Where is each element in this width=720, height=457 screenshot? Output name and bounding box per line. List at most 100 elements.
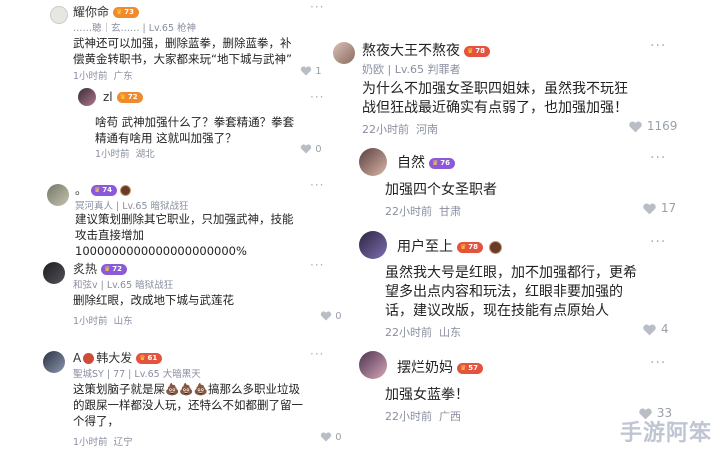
comment-region: 甘肃 bbox=[439, 205, 461, 218]
like-count: 0 bbox=[335, 432, 342, 443]
avatar[interactable] bbox=[359, 148, 387, 176]
comment-time: 1小时前 bbox=[73, 316, 108, 327]
avatar[interactable] bbox=[47, 184, 69, 206]
comment-region: 山东 bbox=[113, 316, 133, 327]
reply-item: zl ♛ 72 啥苟 武神加强什么了？拳套精通？拳套精通有啥用 这就叫加强了？ 1小… bbox=[73, 84, 333, 160]
comment-text: 加强四个女圣职者 bbox=[385, 182, 497, 198]
more-options-icon[interactable]: ··· bbox=[310, 258, 324, 272]
heart-icon bbox=[300, 66, 312, 76]
level-badge: ♛ 78 bbox=[457, 241, 484, 253]
level-badge: ♛ 61 bbox=[136, 353, 163, 364]
crown-icon: ♛ bbox=[432, 158, 439, 167]
avatar[interactable] bbox=[43, 351, 65, 373]
user-meta: ……聴｜玄…… | Lv.65 枪神 bbox=[73, 23, 197, 34]
heart-icon bbox=[300, 144, 312, 154]
comment-footer: 1小时前 辽宁 bbox=[73, 434, 133, 448]
username[interactable]: 用户至上 bbox=[397, 239, 453, 255]
username-line: 耀你命 ♛ 73 bbox=[73, 3, 140, 20]
like-count: 17 bbox=[660, 201, 677, 215]
comment-item: 自然 ♛ 76 加强四个女圣职者 22小时前 甘肃 ··· 17 bbox=[355, 145, 720, 220]
comment-item: A 韩大发 ♛ 61 聖城SY | 77 | Lv.65 大暗黑天 这策划脑子就是屎💩… bbox=[0, 345, 345, 455]
comment-region: 河南 bbox=[416, 123, 438, 136]
user-meta: 聖城SY | 77 | Lv.65 大暗黑天 bbox=[73, 369, 201, 380]
heart-icon bbox=[320, 311, 332, 321]
username[interactable]: 自然 bbox=[397, 155, 425, 171]
comment-time: 22小时前 bbox=[385, 205, 432, 218]
username-line: A 韩大发 ♛ 61 bbox=[73, 349, 163, 366]
comment-footer: 22小时前 山东 bbox=[385, 324, 461, 340]
username[interactable]: zl bbox=[103, 90, 113, 104]
like-button[interactable]: 1 bbox=[300, 66, 322, 77]
avatar[interactable] bbox=[78, 88, 96, 106]
comment-region: 广东 bbox=[113, 71, 133, 82]
heart-icon bbox=[629, 121, 642, 132]
avatar[interactable] bbox=[50, 6, 68, 24]
level-badge: ♛ 78 bbox=[464, 45, 491, 57]
username[interactable]: 。 bbox=[75, 183, 87, 197]
like-button[interactable]: 0 bbox=[320, 432, 342, 443]
comment-time: 22小时前 bbox=[362, 123, 409, 136]
comment-item: 炙热 ♛ 72 和弦v | Lv.65 暗狱战狂 删除红眼，改成地下城与武莲花 1小… bbox=[0, 258, 345, 328]
more-options-icon[interactable]: ··· bbox=[310, 178, 324, 192]
username[interactable]: 摆烂奶妈 bbox=[397, 360, 453, 376]
username-line: zl ♛ 72 bbox=[103, 90, 143, 104]
crown-icon: ♛ bbox=[116, 8, 123, 16]
comment-item: 。 ♛ 74 冥河真人 | Lv.65 暗狱战狂 建议策划删除其它职业，只加强武神，… bbox=[0, 178, 345, 258]
level-badge: ♛ 74 bbox=[91, 185, 118, 196]
more-options-icon[interactable]: ··· bbox=[310, 347, 324, 361]
crown-icon: ♛ bbox=[460, 242, 467, 251]
more-options-icon[interactable]: ··· bbox=[650, 355, 666, 371]
crown-icon: ♛ bbox=[119, 93, 126, 101]
comment-text: 建议策划删除其它职业，只加强武神，技能攻击直接增加100000000000000… bbox=[75, 212, 294, 258]
watermark: 手游阿笨 bbox=[619, 421, 712, 446]
comment-time: 22小时前 bbox=[385, 326, 432, 339]
reply-text: 啥苟 武神加强什么了？拳套精通？拳套精通有啥用 这就叫加强了？ bbox=[95, 115, 295, 145]
reply-region: 湖北 bbox=[135, 149, 155, 160]
heart-icon bbox=[643, 324, 656, 335]
avatar[interactable] bbox=[333, 42, 355, 64]
comment-footer: 1小时前 广东 bbox=[73, 68, 133, 82]
comment-text: 武神还可以加强，删除蓝拳，删除蓝拳，补偿黄金转职书，大家都来玩“地下城与武神” bbox=[73, 36, 292, 66]
like-button[interactable]: 1169 bbox=[628, 119, 677, 133]
comment-item: 耀你命 ♛ 73 ……聴｜玄…… | Lv.65 枪神 武神还可以加强，删除蓝拳，删… bbox=[0, 0, 345, 165]
comment-text: 这策划脑子就是屎💩💩💩搞那么多职业垃圾的跟屎一样都没人玩，还特么不如都删了留一个… bbox=[73, 382, 303, 428]
username[interactable]: A bbox=[73, 351, 81, 365]
like-button[interactable]: 0 bbox=[300, 144, 322, 155]
user-meta: 冥河真人 | Lv.65 暗狱战狂 bbox=[75, 201, 189, 212]
like-button[interactable]: 0 bbox=[320, 311, 342, 322]
username-line: 摆烂奶妈 ♛ 57 bbox=[397, 357, 484, 377]
username[interactable]: 熬夜大王不熬夜 bbox=[362, 43, 460, 59]
comment-time: 1小时前 bbox=[73, 437, 108, 448]
more-options-icon[interactable]: ··· bbox=[650, 38, 666, 54]
right-comment-panel: 熬夜大王不熬夜 ♛ 78 奶欧 | Lv.65 判罪者 为什么不加强女圣职四姐妹，虽… bbox=[333, 0, 720, 457]
username[interactable]: 耀你命 bbox=[73, 5, 109, 19]
avatar[interactable] bbox=[359, 351, 387, 379]
like-count: 4 bbox=[660, 322, 669, 336]
username-line: 用户至上 ♛ 78 bbox=[397, 236, 503, 256]
username[interactable]: 炙热 bbox=[73, 262, 97, 276]
like-count: 0 bbox=[335, 311, 342, 322]
more-options-icon[interactable]: ··· bbox=[650, 234, 666, 250]
level-badge: ♛ 73 bbox=[113, 7, 140, 18]
username-line: 熬夜大王不熬夜 ♛ 78 bbox=[362, 40, 491, 60]
comment-text: 删除红眼，改成地下城与武莲花 bbox=[73, 293, 234, 307]
avatar[interactable] bbox=[43, 262, 65, 284]
username-line: 炙热 ♛ 72 bbox=[73, 260, 128, 277]
comment-footer: 22小时前 河南 bbox=[362, 121, 438, 137]
like-button[interactable]: 17 bbox=[642, 201, 676, 215]
more-options-icon[interactable]: ··· bbox=[310, 90, 324, 104]
like-button[interactable]: 4 bbox=[642, 322, 668, 336]
more-options-icon[interactable]: ··· bbox=[310, 0, 324, 14]
more-options-icon[interactable]: ··· bbox=[650, 150, 666, 166]
user-meta: 奶欧 | Lv.65 判罪者 bbox=[362, 63, 461, 76]
crown-icon: ♛ bbox=[460, 363, 467, 372]
comment-text: 加强女蓝拳！ bbox=[385, 387, 469, 403]
avatar[interactable] bbox=[359, 231, 387, 259]
level-badge: ♛ 76 bbox=[429, 157, 456, 169]
comment-item: 熬夜大王不熬夜 ♛ 78 奶欧 | Lv.65 判罪者 为什么不加强女圣职四姐妹，虽… bbox=[333, 30, 720, 140]
comment-text: 虽然我大号是红眼，加不加强都行，更希望多出点内容和玩法，红眼非要加强的话，建议改… bbox=[385, 265, 637, 319]
comment-text: 为什么不加强女圣职四姐妹，虽然我不玩狂战但狂战最近确实有点弱了，也加强加强！ bbox=[362, 81, 628, 116]
comment-time: 22小时前 bbox=[385, 410, 432, 423]
crown-icon: ♛ bbox=[467, 46, 474, 55]
medal-icon bbox=[489, 240, 503, 254]
